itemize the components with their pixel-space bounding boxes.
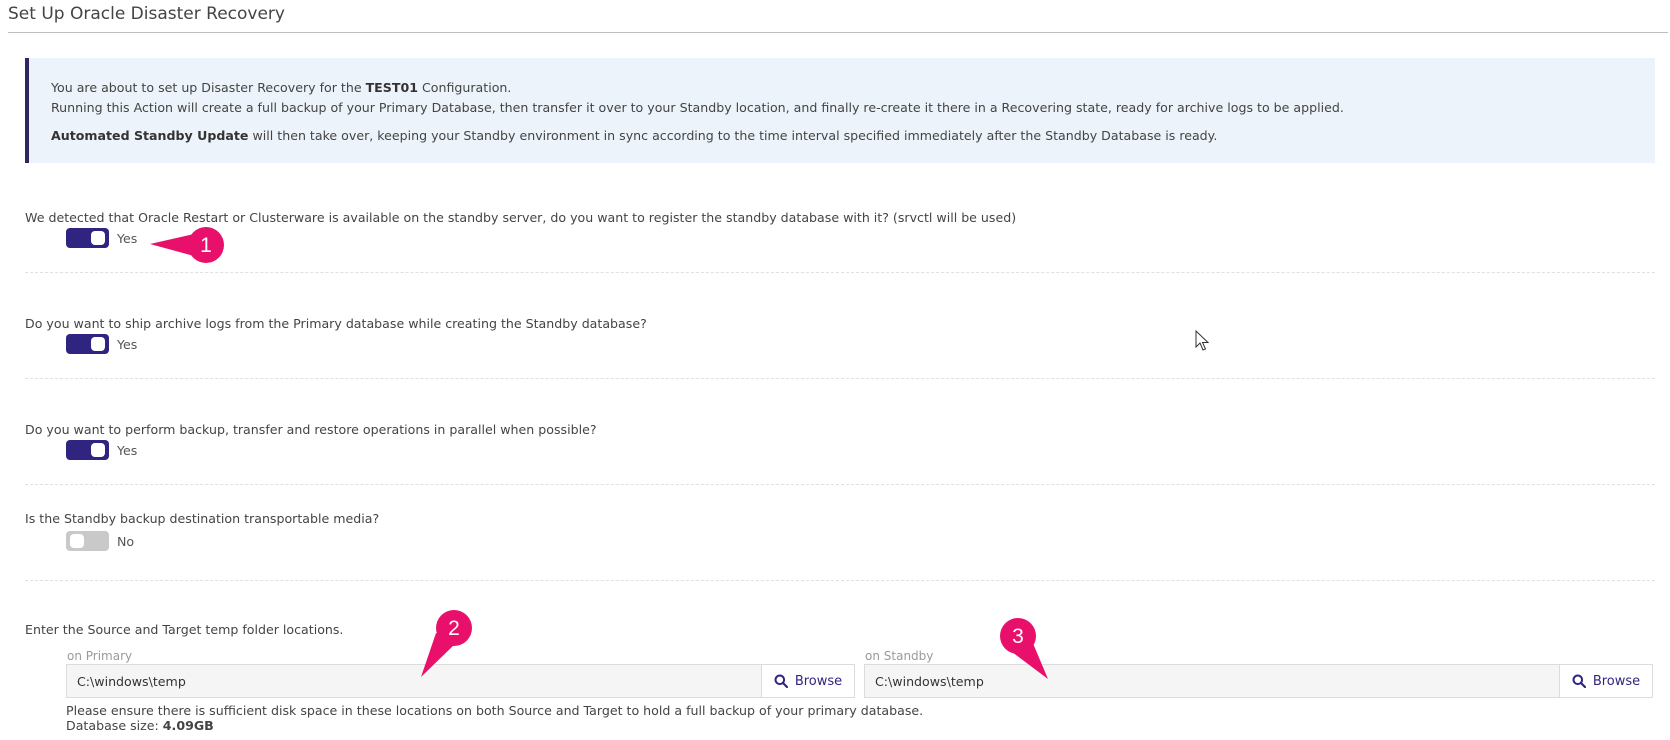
temp-folder-prompt: Enter the Source and Target temp folder … — [25, 622, 344, 637]
callout-3: 3 — [1000, 618, 1048, 679]
database-size: Database size: 4.09GB — [66, 718, 923, 733]
title-divider — [8, 32, 1668, 33]
callout-1: 1 — [150, 227, 224, 263]
info-line-1-suffix: Configuration. — [417, 80, 512, 95]
section-divider — [25, 272, 1655, 273]
question-transportable-media: Is the Standby backup destination transp… — [25, 511, 380, 526]
toggle-row-oracle-restart: Yes — [66, 228, 137, 248]
question-parallel-operations: Do you want to perform backup, transfer … — [25, 422, 597, 437]
info-line-3-rest: will then take over, keeping your Standb… — [248, 128, 1218, 143]
callout-1-number: 1 — [200, 234, 212, 257]
question-oracle-restart: We detected that Oracle Restart or Clust… — [25, 210, 1017, 225]
toggle-row-ship-archive-logs: Yes — [66, 334, 137, 354]
toggle-knob — [91, 443, 105, 457]
toggle-label-transportable-media: No — [117, 533, 135, 549]
info-box: You are about to set up Disaster Recover… — [25, 58, 1655, 163]
section-divider — [25, 484, 1655, 485]
standby-browse-label: Browse — [1592, 673, 1641, 689]
standby-path-group: Browse — [864, 664, 1653, 698]
toggle-ship-archive-logs[interactable] — [66, 334, 109, 354]
callout-3-number: 3 — [1012, 625, 1024, 648]
primary-caption: on Primary — [67, 649, 133, 663]
toggle-row-transportable-media: No — [66, 531, 134, 551]
toggle-row-parallel-operations: Yes — [66, 440, 137, 460]
toggle-knob — [70, 534, 84, 548]
config-name: TEST01 — [365, 80, 418, 95]
toggle-transportable-media[interactable] — [66, 531, 109, 551]
info-line-3: Automated Standby Update will then take … — [51, 126, 1655, 146]
search-icon — [1572, 674, 1586, 688]
toggle-knob — [91, 337, 105, 351]
toggle-oracle-restart[interactable] — [66, 228, 109, 248]
toggle-parallel-operations[interactable] — [66, 440, 109, 460]
toggle-label-oracle-restart: Yes — [117, 230, 138, 246]
info-line-1: You are about to set up Disaster Recover… — [51, 78, 1655, 98]
primary-browse-button[interactable]: Browse — [761, 665, 854, 697]
disk-space-note: Please ensure there is sufficient disk s… — [66, 703, 923, 733]
primary-browse-label: Browse — [794, 673, 843, 689]
database-size-label: Database size: — [66, 718, 163, 733]
toggle-label-ship-archive-logs: Yes — [117, 336, 138, 352]
standby-browse-button[interactable]: Browse — [1559, 665, 1652, 697]
info-line-2: Running this Action will create a full b… — [51, 100, 1344, 115]
section-divider — [25, 580, 1655, 581]
mouse-cursor-icon — [1195, 330, 1210, 351]
standby-temp-input[interactable] — [865, 665, 1559, 697]
search-icon — [774, 674, 788, 688]
callout-2-number: 2 — [448, 617, 460, 640]
standby-caption: on Standby — [865, 649, 934, 663]
callout-2: 2 — [421, 610, 472, 677]
automated-standby-update-label: Automated Standby Update — [51, 128, 249, 143]
primary-temp-input[interactable] — [67, 665, 761, 697]
page-title: Set Up Oracle Disaster Recovery — [8, 4, 285, 24]
toggle-label-parallel-operations: Yes — [117, 442, 138, 458]
section-divider — [25, 378, 1655, 379]
question-ship-archive-logs: Do you want to ship archive logs from th… — [25, 316, 647, 331]
info-line-1-prefix: You are about to set up Disaster Recover… — [51, 80, 366, 95]
disk-space-warning: Please ensure there is sufficient disk s… — [66, 703, 924, 718]
toggle-knob — [91, 231, 105, 245]
database-size-value: 4.09GB — [162, 718, 214, 733]
